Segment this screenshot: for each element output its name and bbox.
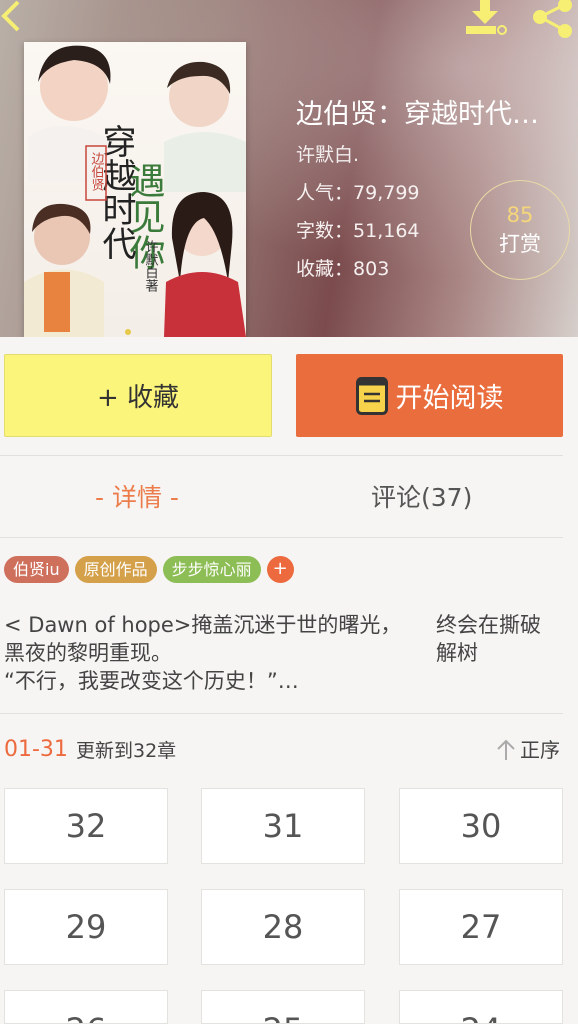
divider bbox=[0, 713, 563, 714]
stat-value: 79,799 bbox=[353, 182, 420, 204]
start-reading-button[interactable]: 开始阅读 bbox=[296, 354, 563, 437]
chapter-cell[interactable]: 28 bbox=[201, 889, 365, 965]
stat-label: 人气： bbox=[296, 182, 354, 204]
share-icon bbox=[533, 0, 572, 38]
download-button[interactable] bbox=[462, 0, 508, 38]
chapter-cell[interactable]: 27 bbox=[399, 889, 563, 965]
chapter-cell[interactable]: 29 bbox=[4, 889, 168, 965]
tag-item[interactable]: 伯贤iu bbox=[4, 556, 69, 583]
intro-line: 黑夜的黎明重现。 解树 bbox=[4, 639, 564, 667]
sort-order-button[interactable]: 正序 bbox=[496, 736, 560, 764]
arrow-up-icon bbox=[497, 739, 515, 760]
intro-text: 终会在撕破 bbox=[436, 613, 541, 637]
reward-label: 打赏 bbox=[499, 232, 541, 256]
chapter-cell[interactable]: 30 bbox=[399, 788, 563, 864]
book-cover[interactable]: 遇见你 穿越时代 边伯贤 许默白著 bbox=[24, 42, 246, 337]
add-to-collection-button[interactable]: + 收藏 bbox=[4, 354, 272, 437]
chapter-cell[interactable]: 24 bbox=[399, 990, 563, 1024]
add-tag-button[interactable]: + bbox=[266, 556, 294, 583]
collect-label: + 收藏 bbox=[96, 383, 180, 413]
tag-item[interactable]: 步步惊心丽 bbox=[162, 556, 261, 583]
chapter-cell[interactable]: 26 bbox=[4, 990, 168, 1024]
divider bbox=[0, 455, 563, 456]
stat-value: 803 bbox=[353, 258, 390, 280]
intro-text: “不行，我要改变这个历史！”… bbox=[4, 669, 299, 693]
cover-author-sign: 许默白著 bbox=[143, 240, 159, 293]
cover-title-1: 穿越时代 bbox=[96, 124, 136, 260]
tag-item[interactable]: 原创作品 bbox=[74, 556, 157, 583]
chapter-cell[interactable]: 32 bbox=[4, 788, 168, 864]
book-title: 边伯贤：穿越时代… bbox=[296, 99, 539, 130]
share-button[interactable] bbox=[530, 0, 576, 40]
chapter-range[interactable]: 01-31 bbox=[4, 736, 68, 764]
stat-value: 51,164 bbox=[353, 220, 420, 242]
divider bbox=[0, 537, 563, 538]
chapter-cell[interactable]: 25 bbox=[201, 990, 365, 1024]
chevron-left-icon bbox=[1, 0, 20, 32]
back-button[interactable] bbox=[0, 0, 34, 34]
intro-line: < Dawn of hope>掩盖沉迷于世的曙光， 终会在撕破 bbox=[4, 611, 564, 639]
update-status: 更新到32章 bbox=[76, 740, 177, 762]
chapter-cell[interactable]: 31 bbox=[201, 788, 365, 864]
stat-label: 收藏： bbox=[296, 258, 354, 280]
intro-text: 黑夜的黎明重现。 bbox=[4, 641, 172, 665]
tab-details[interactable]: - 详情 - bbox=[95, 478, 179, 518]
intro-text: 解树 bbox=[436, 641, 478, 665]
sort-label: 正序 bbox=[520, 738, 560, 762]
read-label: 开始阅读 bbox=[395, 383, 504, 414]
stat-label: 字数： bbox=[296, 220, 354, 242]
author-name[interactable]: 许默白. bbox=[296, 141, 566, 169]
cover-series-tag: 边伯贤 bbox=[89, 152, 105, 191]
book-intro[interactable]: < Dawn of hope>掩盖沉迷于世的曙光， 终会在撕破 黑夜的黎明重现。… bbox=[4, 611, 564, 695]
tab-comments[interactable]: 评论(37) bbox=[371, 478, 472, 518]
reward-count: 85 bbox=[506, 203, 534, 227]
book-icon bbox=[355, 376, 388, 415]
tag-list: 伯贤iu 原创作品 步步惊心丽 + bbox=[4, 556, 294, 583]
download-icon bbox=[466, 0, 507, 35]
reward-button[interactable]: 85 打赏 bbox=[470, 180, 570, 280]
intro-text: < Dawn of hope>掩盖沉迷于世的曙光， bbox=[4, 613, 402, 637]
book-header: 遇见你 穿越时代 边伯贤 许默白著 边伯贤：穿越时代… 许默白. 人气：79,7… bbox=[0, 0, 578, 337]
cover-illustration: 遇见你 穿越时代 边伯贤 许默白著 bbox=[24, 42, 246, 337]
